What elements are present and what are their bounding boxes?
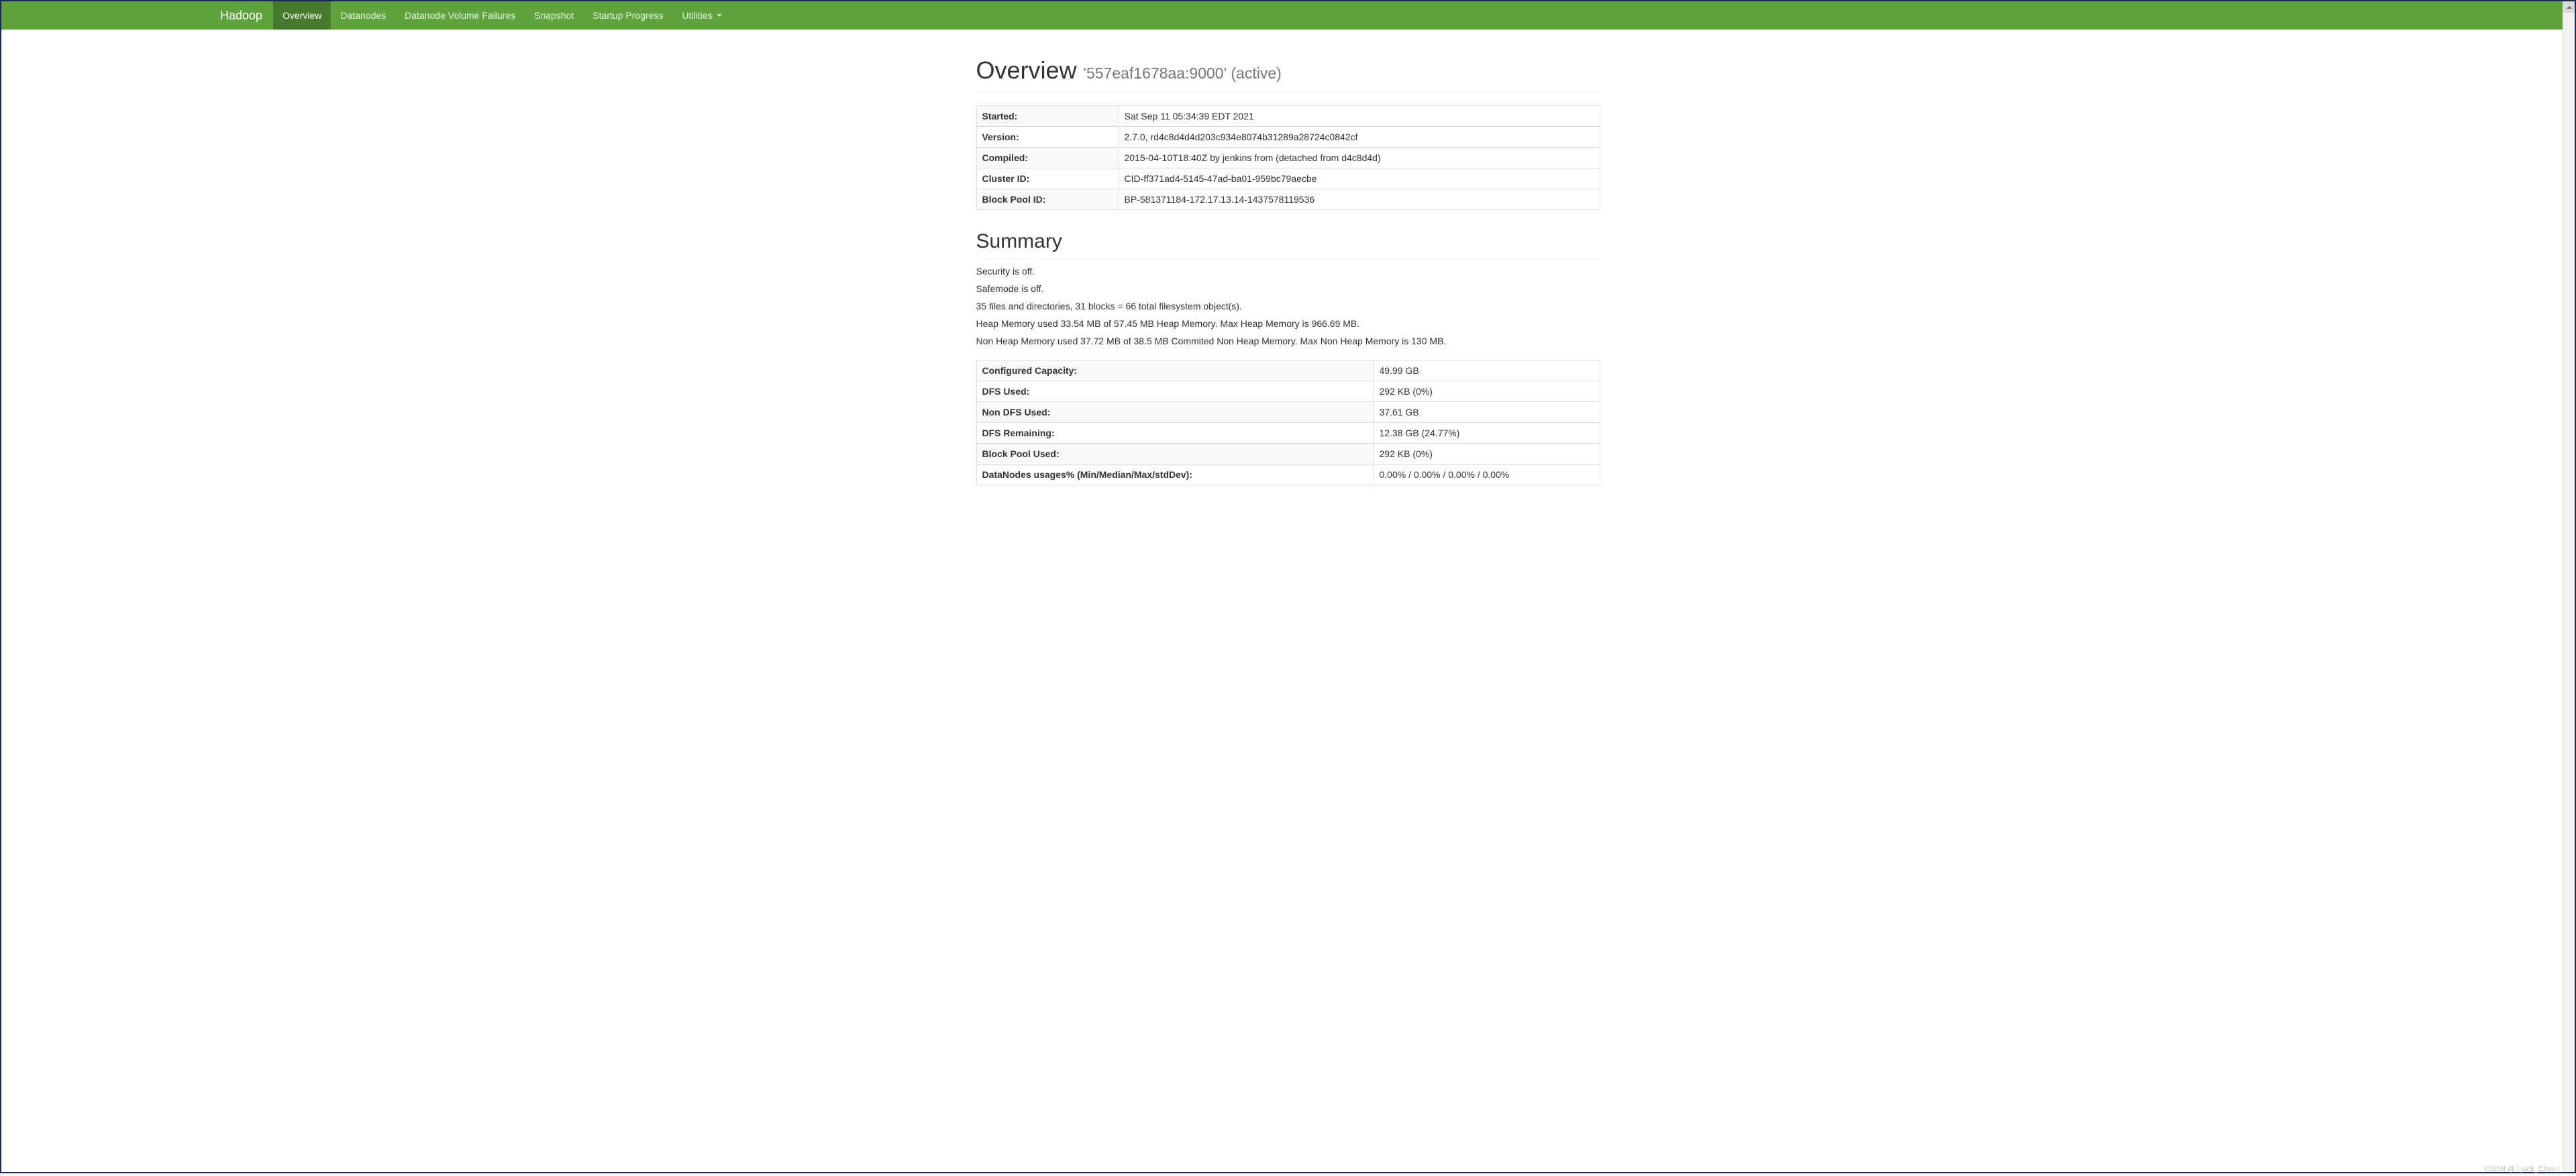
summary-val-datanode-usages: 0.00% / 0.00% / 0.00% / 0.00% (1374, 464, 1600, 485)
table-row: DFS Used: 292 KB (0%) (976, 381, 1600, 402)
summary-key-dfs-used: DFS Used: (976, 381, 1374, 402)
chevron-down-icon (717, 14, 722, 17)
summary-val-configured-capacity: 49.99 GB (1374, 360, 1600, 381)
content-container: Overview '557eaf1678aa:9000' (active) St… (976, 30, 1600, 485)
page-title-main: Overview (976, 56, 1077, 84)
summary-table: Configured Capacity: 49.99 GB DFS Used: … (976, 360, 1600, 485)
nav-snapshot[interactable]: Snapshot (525, 1, 583, 30)
scrollbar[interactable] (2563, 1, 2575, 1172)
summary-key-non-dfs-used: Non DFS Used: (976, 402, 1374, 423)
overview-key-version: Version: (976, 127, 1119, 148)
summary-safemode: Safemode is off. (976, 283, 1600, 294)
summary-security: Security is off. (976, 266, 1600, 277)
summary-val-block-pool-used: 292 KB (0%) (1374, 444, 1600, 464)
overview-key-compiled: Compiled: (976, 148, 1119, 168)
summary-nonheap: Non Heap Memory used 37.72 MB of 38.5 MB… (976, 336, 1600, 346)
table-row: DataNodes usages% (Min/Median/Max/stdDev… (976, 464, 1600, 485)
nav-utilities-label: Utilities (682, 10, 712, 21)
table-row: Block Pool Used: 292 KB (0%) (976, 444, 1600, 464)
summary-title: Summary (976, 230, 1600, 259)
summary-key-block-pool-used: Block Pool Used: (976, 444, 1374, 464)
nav-overview[interactable]: Overview (273, 1, 331, 30)
overview-val-started: Sat Sep 11 05:34:39 EDT 2021 (1119, 106, 1600, 127)
table-row: Version: 2.7.0, rd4c8d4d4d203c934e8074b3… (976, 127, 1600, 148)
summary-heap: Heap Memory used 33.54 MB of 57.45 MB He… (976, 318, 1600, 329)
summary-val-dfs-used: 292 KB (0%) (1374, 381, 1600, 402)
overview-val-compiled: 2015-04-10T18:40Z by jenkins from (detac… (1119, 148, 1600, 168)
overview-table: Started: Sat Sep 11 05:34:39 EDT 2021 Ve… (976, 105, 1600, 210)
summary-key-datanode-usages: DataNodes usages% (Min/Median/Max/stdDev… (976, 464, 1374, 485)
overview-key-clusterid: Cluster ID: (976, 168, 1119, 189)
nav-utilities-dropdown[interactable]: Utilities (672, 1, 731, 30)
overview-val-version: 2.7.0, rd4c8d4d4d203c934e8074b31289a2872… (1119, 127, 1600, 148)
summary-key-configured-capacity: Configured Capacity: (976, 360, 1374, 381)
table-row: Cluster ID: CID-ff371ad4-5145-47ad-ba01-… (976, 168, 1600, 189)
summary-val-non-dfs-used: 37.61 GB (1374, 402, 1600, 423)
overview-key-started: Started: (976, 106, 1119, 127)
watermark: CSDN @ | jack_Chen | (2485, 1165, 2560, 1173)
table-row: Block Pool ID: BP-581371184-172.17.13.14… (976, 189, 1600, 210)
table-row: Compiled: 2015-04-10T18:40Z by jenkins f… (976, 148, 1600, 168)
summary-key-dfs-remaining: DFS Remaining: (976, 423, 1374, 444)
table-row: Non DFS Used: 37.61 GB (976, 402, 1600, 423)
page-title-sub: '557eaf1678aa:9000' (active) (1084, 64, 1282, 82)
table-row: Started: Sat Sep 11 05:34:39 EDT 2021 (976, 106, 1600, 127)
page-title: Overview '557eaf1678aa:9000' (active) (976, 56, 1600, 92)
table-row: Configured Capacity: 49.99 GB (976, 360, 1600, 381)
nav-startup-progress[interactable]: Startup Progress (583, 1, 672, 30)
summary-val-dfs-remaining: 12.38 GB (24.77%) (1374, 423, 1600, 444)
scroll-up-icon[interactable] (2563, 1, 2575, 13)
navbar-brand[interactable]: Hadoop (209, 1, 273, 30)
overview-val-blockpoolid: BP-581371184-172.17.13.14-1437578119536 (1119, 189, 1600, 210)
summary-fsobjects: 35 files and directories, 31 blocks = 66… (976, 301, 1600, 311)
nav-datanode-volume-failures[interactable]: Datanode Volume Failures (395, 1, 525, 30)
navbar: Hadoop Overview Datanodes Datanode Volum… (1, 1, 2575, 30)
table-row: DFS Remaining: 12.38 GB (24.77%) (976, 423, 1600, 444)
overview-val-clusterid: CID-ff371ad4-5145-47ad-ba01-959bc79aecbe (1119, 168, 1600, 189)
overview-key-blockpoolid: Block Pool ID: (976, 189, 1119, 210)
nav-datanodes[interactable]: Datanodes (331, 1, 395, 30)
